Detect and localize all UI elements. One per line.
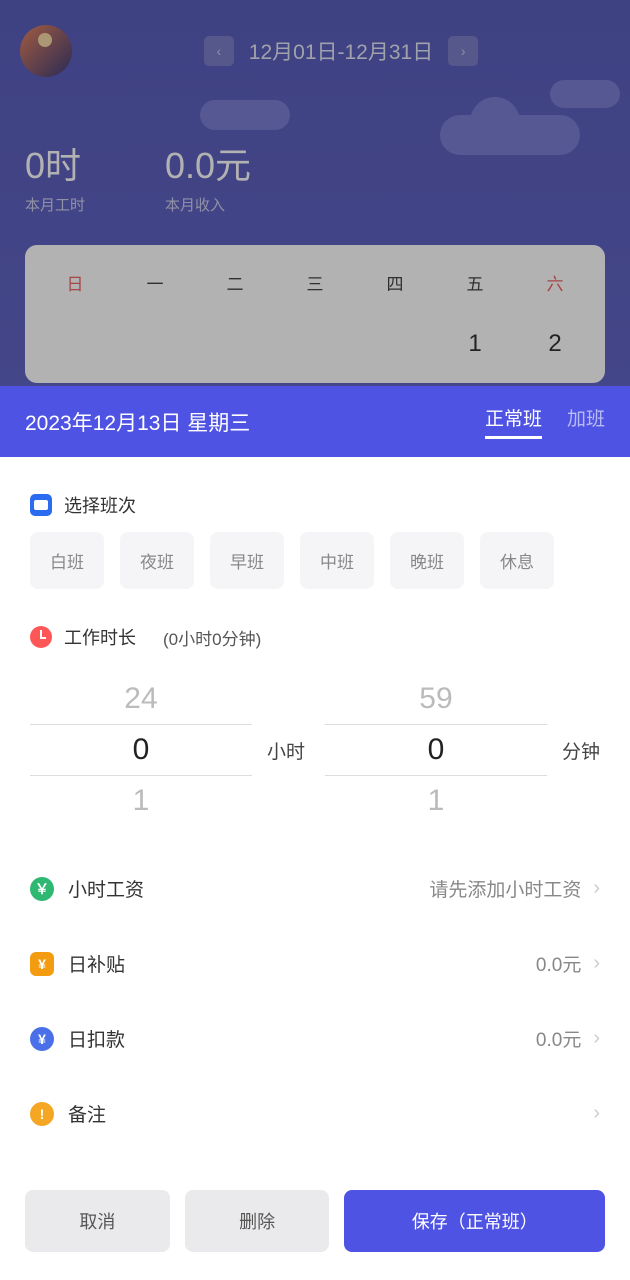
cancel-button[interactable]: 取消 xyxy=(25,1190,170,1252)
deduction-value: 0.0元 xyxy=(536,1025,581,1052)
min-next: 1 xyxy=(325,776,547,826)
tab-overtime[interactable]: 加班 xyxy=(567,404,605,439)
shift-chip-evening[interactable]: 晚班 xyxy=(390,532,464,589)
briefcase-icon xyxy=(30,494,52,516)
chevron-right-icon: › xyxy=(593,1027,600,1050)
note-row[interactable]: ! 备注 › xyxy=(30,1076,600,1151)
time-pickers: 24 0 1 小时 59 0 1 分钟 xyxy=(30,674,600,826)
sheet-date-label: 2023年12月13日 星期三 xyxy=(25,407,250,437)
duration-section-label: 工作时长 xyxy=(64,624,136,650)
detail-rows: ￥ 小时工资 请先添加小时工资 › ¥ 日补贴 0.0元 › ¥ 日扣款 0.0… xyxy=(30,851,600,1151)
hourly-wage-row[interactable]: ￥ 小时工资 请先添加小时工资 › xyxy=(30,851,600,926)
minute-picker[interactable]: 59 0 1 分钟 xyxy=(325,674,600,826)
duration-section: 工作时长 (0小时0分钟) 24 0 1 小时 59 0 1 xyxy=(30,624,600,826)
save-button[interactable]: 保存（正常班） xyxy=(344,1190,605,1252)
tab-normal-shift[interactable]: 正常班 xyxy=(485,404,542,439)
chevron-right-icon: › xyxy=(593,877,600,900)
wage-label: 小时工资 xyxy=(68,875,429,902)
clock-icon xyxy=(30,626,52,648)
delete-button[interactable]: 删除 xyxy=(185,1190,330,1252)
duration-summary: (0小时0分钟) xyxy=(163,625,261,650)
sheet-footer: 取消 删除 保存（正常班） xyxy=(0,1170,630,1280)
shift-chip-night[interactable]: 夜班 xyxy=(120,532,194,589)
allowance-icon: ¥ xyxy=(30,952,54,976)
sheet-header: 2023年12月13日 星期三 正常班 加班 xyxy=(0,386,630,457)
shift-chips: 白班 夜班 早班 中班 晚班 休息 xyxy=(30,532,600,589)
hour-selected: 0 xyxy=(30,724,252,776)
shift-section-head: 选择班次 xyxy=(30,492,600,532)
shift-section: 选择班次 白班 夜班 早班 中班 晚班 休息 xyxy=(30,492,600,589)
shift-chip-rest[interactable]: 休息 xyxy=(480,532,554,589)
sheet-body: 选择班次 白班 夜班 早班 中班 晚班 休息 工作时长 (0小时0分钟) 24 xyxy=(0,457,630,1170)
deduction-label: 日扣款 xyxy=(68,1025,536,1052)
wage-value: 请先添加小时工资 xyxy=(429,875,581,902)
allowance-value: 0.0元 xyxy=(536,950,581,977)
duration-section-head: 工作时长 (0小时0分钟) xyxy=(30,624,600,664)
min-prev: 59 xyxy=(325,674,547,724)
daily-allowance-row[interactable]: ¥ 日补贴 0.0元 › xyxy=(30,926,600,1001)
chevron-right-icon: › xyxy=(593,952,600,975)
warning-icon: ! xyxy=(30,1102,54,1126)
shift-chip-morning[interactable]: 早班 xyxy=(210,532,284,589)
chevron-right-icon: › xyxy=(593,1102,600,1125)
hour-unit: 小时 xyxy=(252,737,305,764)
note-label: 备注 xyxy=(68,1100,593,1127)
hour-picker[interactable]: 24 0 1 小时 xyxy=(30,674,305,826)
bottom-sheet: 2023年12月13日 星期三 正常班 加班 选择班次 白班 夜班 早班 中班 … xyxy=(0,386,630,1280)
shift-chip-day[interactable]: 白班 xyxy=(30,532,104,589)
sheet-tabs: 正常班 加班 xyxy=(485,404,605,439)
allowance-label: 日补贴 xyxy=(68,950,536,977)
hour-prev: 24 xyxy=(30,674,252,724)
min-selected: 0 xyxy=(325,724,547,776)
deduction-icon: ¥ xyxy=(30,1027,54,1051)
money-bag-icon: ￥ xyxy=(30,877,54,901)
shift-chip-mid[interactable]: 中班 xyxy=(300,532,374,589)
shift-section-label: 选择班次 xyxy=(64,492,136,518)
daily-deduction-row[interactable]: ¥ 日扣款 0.0元 › xyxy=(30,1001,600,1076)
hour-next: 1 xyxy=(30,776,252,826)
min-unit: 分钟 xyxy=(547,737,600,764)
